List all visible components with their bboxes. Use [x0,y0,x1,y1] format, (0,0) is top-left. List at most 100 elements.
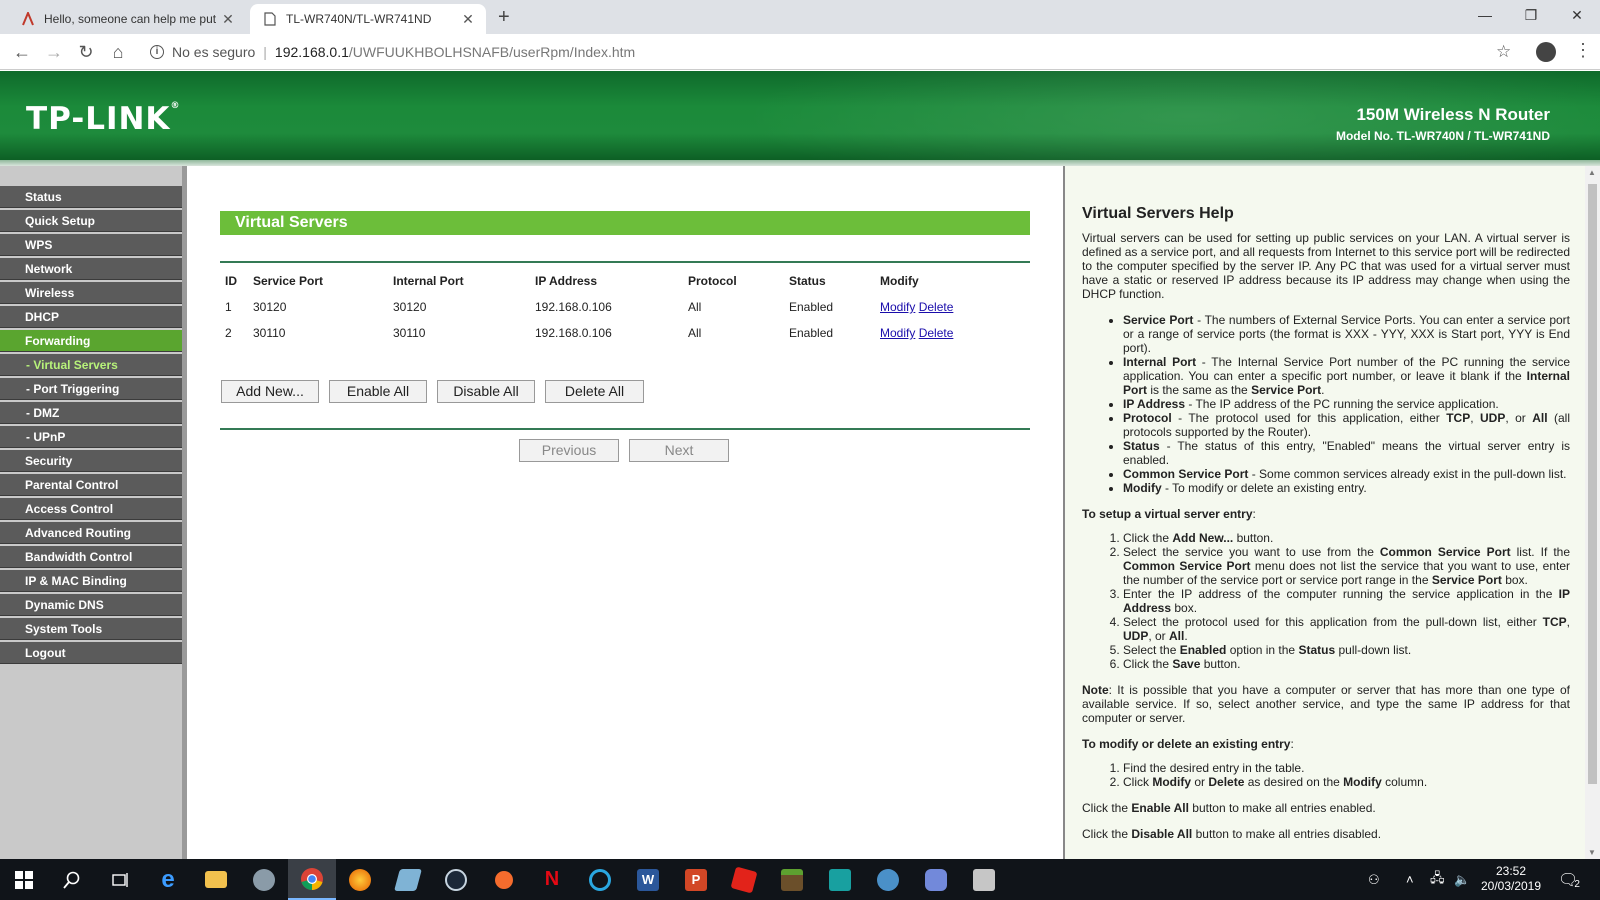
list-item: Service Port - The numbers of External S… [1123,313,1570,355]
modify-link[interactable]: Modify [880,326,915,340]
close-window-icon[interactable]: ✕ [1554,0,1600,30]
volume-icon[interactable]: 🔈 [1454,859,1470,900]
next-button[interactable]: Next [629,439,729,462]
col-header: Protocol [688,274,737,288]
people-icon[interactable]: ⚇ [1368,859,1380,900]
scrollbar-thumb[interactable] [1588,184,1597,784]
product-info: 150M Wireless N Router Model No. TL-WR74… [1336,105,1550,143]
help-scrollbar[interactable]: ▲ ▼ [1585,166,1600,859]
sidebar-item-network[interactable]: Network [0,258,182,280]
enable-all-button[interactable]: Enable All [329,380,427,403]
menu-kebab-icon[interactable]: ⋮ [1574,40,1592,61]
sidebar-item-dhcp[interactable]: DHCP [0,306,182,328]
cell-ip-address: 192.168.0.106 [535,326,612,340]
origin-icon[interactable] [480,859,528,900]
steam-icon[interactable] [432,859,480,900]
firefox-icon[interactable] [336,859,384,900]
search-icon[interactable] [48,859,96,900]
notifications-icon[interactable]: 🗨 2 [1558,859,1580,900]
url-field[interactable]: i No es seguro | 192.168.0.1/UWFUUKHBOLH… [140,38,1500,66]
reddit-favicon-icon [20,11,36,27]
minecraft-icon[interactable] [768,859,816,900]
powerpoint-icon[interactable]: P [672,859,720,900]
scroll-up-icon[interactable]: ▲ [1588,168,1596,177]
profile-avatar-icon[interactable] [1536,42,1556,62]
sidebar-menu: Status Quick Setup WPS Network Wireless … [0,186,182,666]
sidebar-item-virtual-servers[interactable]: - Virtual Servers [0,354,182,376]
close-tab-icon[interactable]: ✕ [220,11,236,28]
sidebar-item-access-control[interactable]: Access Control [0,498,182,520]
delete-all-button[interactable]: Delete All [545,380,644,403]
browser-tab[interactable]: Hello, someone can help me put ✕ [8,4,246,34]
app-icon[interactable] [864,859,912,900]
sidebar-item-ip-mac-binding[interactable]: IP & MAC Binding [0,570,182,592]
network-icon[interactable]: 🖧 [1430,859,1445,900]
chrome-icon[interactable] [288,859,336,900]
netflix-icon[interactable]: N [528,859,576,900]
cell-ip-address: 192.168.0.106 [535,300,612,314]
tab-title: TL-WR740N/TL-WR741ND [286,12,432,26]
list-item: Click Modify or Delete as desired on the… [1123,775,1570,789]
sidebar-item-dmz[interactable]: - DMZ [0,402,182,424]
back-icon[interactable]: ← [10,40,34,64]
app-icon[interactable] [384,859,432,900]
cell-protocol: All [688,300,702,314]
forward-icon[interactable]: → [42,40,66,64]
maximize-icon[interactable]: ❐ [1508,0,1554,30]
app-icon[interactable] [576,859,624,900]
sidebar-item-advanced-routing[interactable]: Advanced Routing [0,522,182,544]
new-tab-button[interactable]: + [498,6,510,29]
sidebar-item-dynamic-dns[interactable]: Dynamic DNS [0,594,182,616]
table-row: 1 30120 30120 192.168.0.106 All Enabled … [220,294,1030,320]
tab-title: Hello, someone can help me put [44,12,217,26]
sidebar-item-parental-control[interactable]: Parental Control [0,474,182,496]
app-icon[interactable] [240,859,288,900]
sidebar-item-system-tools[interactable]: System Tools [0,618,182,640]
word-icon[interactable]: W [624,859,672,900]
sidebar-item-bandwidth-control[interactable]: Bandwidth Control [0,546,182,568]
sidebar-item-status[interactable]: Status [0,186,182,208]
sidebar-item-wps[interactable]: WPS [0,234,182,256]
sidebar-item-quick-setup[interactable]: Quick Setup [0,210,182,232]
sidebar-item-security[interactable]: Security [0,450,182,472]
app-icon[interactable] [720,859,768,900]
col-header: Service Port [253,274,324,288]
reload-icon[interactable]: ↻ [74,40,98,64]
close-tab-icon[interactable]: ✕ [460,11,476,28]
minimize-icon[interactable]: — [1462,0,1508,30]
sidebar-item-upnp[interactable]: - UPnP [0,426,182,448]
sidebar-item-port-triggering[interactable]: - Port Triggering [0,378,182,400]
sidebar-item-forwarding[interactable]: Forwarding [0,330,182,352]
task-view-icon[interactable] [96,859,144,900]
help-panel: Virtual Servers Help Virtual servers can… [1065,166,1585,859]
delete-link[interactable]: Delete [919,300,954,314]
app-icon[interactable] [960,859,1008,900]
file-explorer-icon[interactable] [192,859,240,900]
chevron-up-icon[interactable]: ˄ [1406,859,1414,900]
info-icon[interactable]: i [150,45,164,59]
sidebar-item-logout[interactable]: Logout [0,642,182,664]
bookmark-star-icon[interactable]: ☆ [1496,42,1511,62]
list-item: Click the Save button. [1123,657,1570,671]
table-header-row: ID Service Port Internal Port IP Address… [220,268,1030,294]
list-item: Common Service Port - Some common servic… [1123,467,1570,481]
edge-icon[interactable]: e [144,859,192,900]
virtual-servers-table: ID Service Port Internal Port IP Address… [220,268,1030,346]
scroll-down-icon[interactable]: ▼ [1588,848,1596,857]
previous-button[interactable]: Previous [519,439,619,462]
add-new-button[interactable]: Add New... [221,380,319,403]
sidebar-item-wireless[interactable]: Wireless [0,282,182,304]
list-item: Find the desired entry in the table. [1123,761,1570,775]
main-content: Virtual Servers ID Service Port Internal… [187,166,1065,859]
disable-all-button[interactable]: Disable All [437,380,535,403]
modify-link[interactable]: Modify [880,300,915,314]
app-icon[interactable] [816,859,864,900]
model-number: Model No. TL-WR740N / TL-WR741ND [1335,129,1550,143]
browser-tab-active[interactable]: TL-WR740N/TL-WR741ND ✕ [250,4,486,34]
discord-icon[interactable] [912,859,960,900]
tp-link-logo: TP-LINK® [26,101,181,137]
clock[interactable]: 23:52 20/03/2019 [1476,864,1546,894]
home-icon[interactable]: ⌂ [106,40,130,64]
delete-link[interactable]: Delete [919,326,954,340]
windows-start-icon[interactable] [0,859,48,900]
